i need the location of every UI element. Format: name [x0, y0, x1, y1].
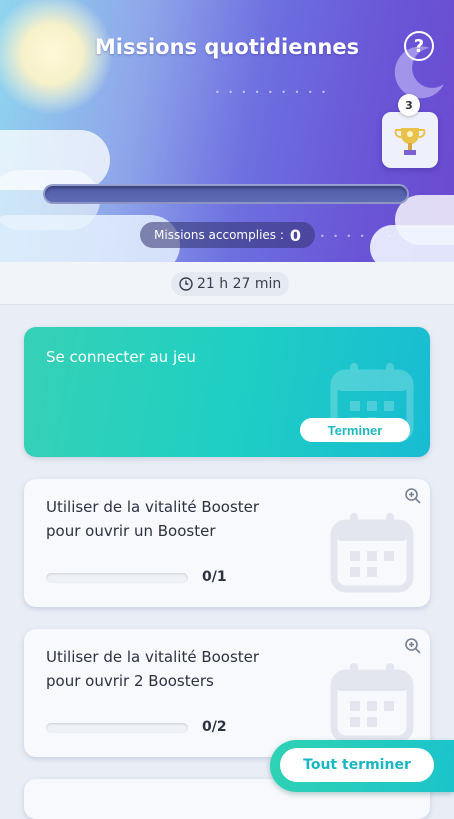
- reset-timer: 21 h 27 min: [171, 272, 290, 296]
- timer-text: 21 h 27 min: [197, 276, 282, 292]
- missions-completed-label: Missions accomplies :: [154, 228, 284, 242]
- calendar-icon: [330, 513, 414, 593]
- mission-title-line: pour ouvrir 2 Boosters: [46, 672, 214, 690]
- missions-completed-counter: Missions accomplies : 0: [140, 222, 316, 248]
- trophy-count-badge: 3: [398, 94, 420, 116]
- mission-title-line: Utiliser de la vitalité Booster: [46, 498, 260, 516]
- mission-card-login[interactable]: Se connecter au jeu Terminer: [24, 327, 430, 457]
- page-title: Missions quotidiennes: [94, 35, 360, 59]
- mission-progress-text: 0/1: [202, 569, 227, 585]
- dots-decoration: • • • • • • • • •: [215, 88, 329, 97]
- mission-progress-bar: [46, 723, 188, 733]
- zoom-icon[interactable]: [404, 487, 422, 505]
- daily-progress-bar: [43, 184, 409, 204]
- zoom-icon[interactable]: [404, 637, 422, 655]
- mission-progress-bar: [46, 573, 188, 583]
- cloud-decoration: [370, 225, 454, 262]
- trophy-reward[interactable]: [382, 112, 438, 168]
- complete-all-container: Tout terminer: [270, 740, 454, 792]
- mission-card-booster-2[interactable]: Utiliser de la vitalité Booster pour ouv…: [24, 629, 430, 757]
- complete-mission-button[interactable]: Terminer: [300, 418, 410, 442]
- dots-decoration: • • • • • •: [320, 232, 395, 241]
- calendar-icon: [330, 663, 414, 743]
- trophy-icon: [394, 128, 426, 155]
- complete-all-button[interactable]: Tout terminer: [280, 748, 434, 782]
- help-icon: ?: [413, 35, 425, 57]
- mission-title: Se connecter au jeu: [46, 348, 196, 366]
- mission-progress-text: 0/2: [202, 719, 227, 735]
- mission-title: Utiliser de la vitalité Booster pour ouv…: [46, 645, 259, 693]
- missions-completed-count: 0: [289, 225, 302, 245]
- mission-title-line: Utiliser de la vitalité Booster: [46, 648, 260, 666]
- clock-icon: [179, 277, 193, 291]
- help-button[interactable]: ?: [404, 31, 434, 61]
- mission-title-line: pour ouvrir un Booster: [46, 522, 216, 540]
- mission-title: Utiliser de la vitalité Booster pour ouv…: [46, 495, 259, 543]
- mission-card-booster-1[interactable]: Utiliser de la vitalité Booster pour ouv…: [24, 479, 430, 607]
